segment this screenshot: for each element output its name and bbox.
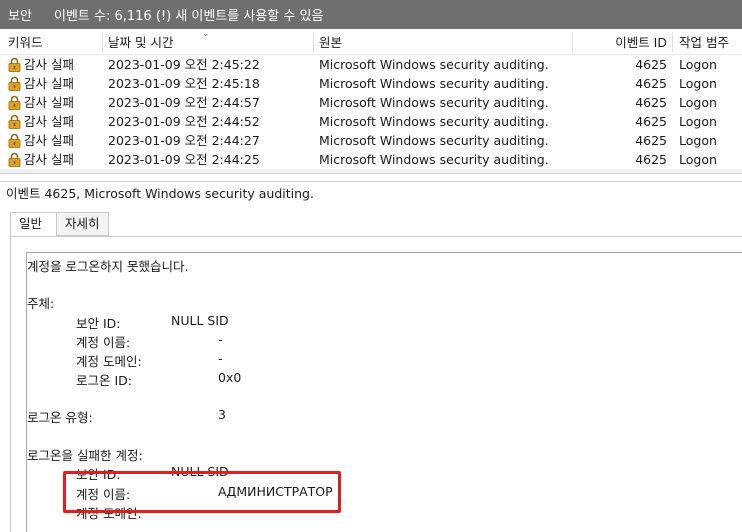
event-keyword: 감사 실패 [24, 152, 74, 167]
log-titlebar: 보안 이벤트 수: 6,116 (!) 새 이벤트를 사용할 수 있음 [0, 0, 742, 29]
column-header-keyword[interactable]: 키워드 [8, 29, 43, 55]
logon-type-label: 로그온 유형: [27, 410, 93, 425]
event-id: 4625 [635, 76, 667, 91]
event-date: 2023-01-09 오전 2:44:27 [108, 133, 260, 148]
failed-account-heading: 로그온을 실패한 계정: [27, 448, 143, 463]
event-source: Microsoft Windows security auditing. [319, 95, 549, 110]
event-id: 4625 [635, 152, 667, 167]
subject-account-name-value: - [218, 332, 223, 347]
event-row[interactable]: 감사 실패 2023-01-09 오전 2:44:25 Microsoft Wind… [0, 150, 742, 169]
event-category: Logon [679, 133, 717, 148]
subject-logon-id-label: 로그온 ID: [76, 373, 132, 388]
horizontal-scrollbar[interactable] [0, 169, 742, 173]
event-id: 4625 [635, 95, 667, 110]
event-source: Microsoft Windows security auditing. [319, 114, 549, 129]
lock-icon [8, 114, 21, 129]
lock-icon [8, 57, 21, 72]
subject-account-domain-value: - [218, 351, 223, 366]
column-header-category[interactable]: 작업 범주 [679, 29, 729, 55]
event-source: Microsoft Windows security auditing. [319, 57, 549, 72]
subject-security-id-value: NULL SID [171, 313, 229, 328]
lock-icon [8, 133, 21, 148]
event-category: Logon [679, 76, 717, 91]
tab-general[interactable]: 일반 [10, 212, 58, 238]
event-count-text: 이벤트 수: 6,116 (!) 새 이벤트를 사용할 수 있음 [54, 9, 324, 24]
event-date: 2023-01-09 오전 2:44:25 [108, 152, 260, 167]
detail-title: 이벤트 4625, Microsoft Windows security aud… [0, 181, 742, 205]
event-id: 4625 [635, 114, 667, 129]
event-category: Logon [679, 95, 717, 110]
column-separator[interactable] [572, 32, 573, 52]
event-keyword: 감사 실패 [24, 76, 74, 91]
event-source: Microsoft Windows security auditing. [319, 133, 549, 148]
event-keyword: 감사 실패 [24, 95, 74, 110]
event-message: 계정을 로그온하지 못했습니다. [27, 259, 189, 274]
event-date: 2023-01-09 오전 2:45:18 [108, 76, 260, 91]
lock-icon [8, 76, 21, 91]
event-category: Logon [679, 57, 717, 72]
subject-security-id-label: 보안 ID: [76, 316, 121, 331]
detail-tabs: 일반 자세히 [10, 212, 109, 238]
event-list[interactable]: 키워드 날짜 및 시간 ⌄ 원본 이벤트 ID 작업 범주 감사 실패 2023-… [0, 29, 742, 174]
column-header-source[interactable]: 원본 [319, 29, 342, 55]
lock-icon [8, 95, 21, 110]
column-header-event-id[interactable]: 이벤트 ID [600, 29, 667, 55]
subject-account-domain-label: 계정 도메인: [76, 354, 142, 369]
event-date: 2023-01-09 오전 2:44:57 [108, 95, 260, 110]
highlight-box [63, 471, 341, 513]
subject-account-name-label: 계정 이름: [76, 335, 131, 350]
event-keyword: 감사 실패 [24, 57, 74, 72]
subject-heading: 주체: [27, 296, 55, 311]
event-id: 4625 [635, 133, 667, 148]
event-category: Logon [679, 114, 717, 129]
event-source: Microsoft Windows security auditing. [319, 152, 549, 167]
lock-icon [8, 152, 21, 167]
event-row[interactable]: 감사 실패 2023-01-09 오전 2:45:18 Microsoft Wind… [0, 74, 742, 93]
logon-type-value: 3 [218, 407, 226, 422]
sort-caret-icon: ⌄ [202, 29, 210, 39]
event-row[interactable]: 감사 실패 2023-01-09 오전 2:44:57 Microsoft Wind… [0, 93, 742, 112]
column-separator[interactable] [313, 32, 314, 52]
event-rows: 감사 실패 2023-01-09 오전 2:45:22 Microsoft Wind… [0, 55, 742, 169]
event-date: 2023-01-09 오전 2:45:22 [108, 57, 260, 72]
event-row[interactable]: 감사 실패 2023-01-09 오전 2:44:52 Microsoft Wind… [0, 112, 742, 131]
event-category: Logon [679, 152, 717, 167]
event-id: 4625 [635, 57, 667, 72]
column-separator[interactable] [672, 32, 673, 52]
event-source: Microsoft Windows security auditing. [319, 76, 549, 91]
column-header-date[interactable]: 날짜 및 시간 [108, 29, 173, 55]
column-separator[interactable] [102, 32, 103, 52]
event-date: 2023-01-09 오전 2:44:52 [108, 114, 260, 129]
event-row[interactable]: 감사 실패 2023-01-09 오전 2:45:22 Microsoft Wind… [0, 55, 742, 74]
event-keyword: 감사 실패 [24, 133, 74, 148]
log-name: 보안 [8, 9, 32, 24]
subject-logon-id-value: 0x0 [218, 370, 242, 385]
tab-details[interactable]: 자세히 [56, 212, 109, 236]
list-header: 키워드 날짜 및 시간 ⌄ 원본 이벤트 ID 작업 범주 [0, 29, 742, 55]
event-keyword: 감사 실패 [24, 114, 74, 129]
event-row[interactable]: 감사 실패 2023-01-09 오전 2:44:27 Microsoft Wind… [0, 131, 742, 150]
